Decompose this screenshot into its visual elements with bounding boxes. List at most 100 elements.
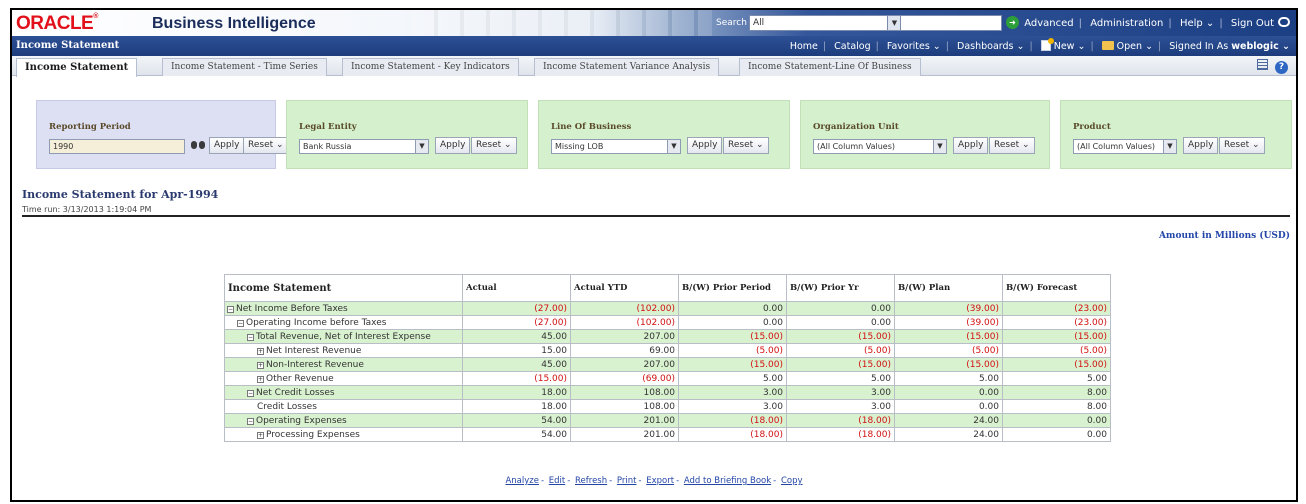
analyze-link[interactable]: Analyze — [505, 476, 539, 486]
table-cell: 24.00 — [894, 413, 1003, 428]
product-value: (All Column Values) — [1077, 142, 1156, 151]
table-cell: 0.00 — [678, 315, 787, 330]
chevron-down-icon[interactable]: ▼ — [1163, 140, 1176, 153]
collapse-icon[interactable]: − — [247, 333, 254, 341]
chevron-down-icon[interactable]: ▼ — [887, 16, 901, 30]
apply-button[interactable]: Apply — [435, 137, 471, 154]
help-menu[interactable]: Help ⌄ — [1180, 18, 1214, 29]
table-cell: (5.00) — [1002, 343, 1111, 358]
print-link[interactable]: Print — [617, 476, 637, 486]
row-label-cell: + Processing Expenses — [224, 427, 463, 442]
add-to-briefing-book-link[interactable]: Add to Briefing Book — [684, 476, 771, 486]
table-cell: 15.00 — [462, 343, 571, 358]
product-select[interactable]: (All Column Values) ▼ — [1073, 139, 1177, 154]
row-label[interactable]: Net Credit Losses — [256, 388, 335, 398]
collapse-icon[interactable]: − — [247, 417, 254, 425]
reset-button[interactable]: Reset ⌄ — [471, 137, 517, 154]
row-label[interactable]: Credit Losses — [257, 402, 317, 412]
row-label[interactable]: Operating Expenses — [256, 416, 347, 426]
legal-entity-select[interactable]: Bank Russia ▼ — [299, 139, 429, 154]
row-label[interactable]: Total Revenue, Net of Interest Expense — [256, 332, 431, 342]
table-cell: (15.00) — [678, 329, 787, 344]
apply-button[interactable]: Apply — [1183, 137, 1219, 154]
catalog-link[interactable]: Catalog — [834, 41, 870, 52]
expand-icon[interactable]: + — [257, 361, 264, 369]
user-name: weblogic — [1231, 41, 1279, 52]
apply-button[interactable]: Apply — [953, 137, 989, 154]
column-header[interactable]: Actual — [462, 274, 571, 302]
line-of-business-select[interactable]: Missing LOB ▼ — [551, 139, 681, 154]
reporting-period-input[interactable]: 1990 — [49, 139, 185, 154]
user-menu[interactable]: weblogic ⌄ — [1231, 41, 1290, 52]
edit-link[interactable]: Edit — [549, 476, 565, 486]
table-cell: (27.00) — [462, 315, 571, 330]
advanced-link[interactable]: Advanced — [1024, 18, 1073, 29]
apply-button[interactable]: Apply — [687, 137, 723, 154]
tab-income-statement[interactable]: Income Statement — [16, 58, 138, 77]
open-menu[interactable]: Open ⌄ — [1101, 41, 1153, 52]
administration-link[interactable]: Administration — [1090, 18, 1163, 29]
copy-link[interactable]: Copy — [781, 476, 803, 486]
search-input[interactable] — [900, 15, 1002, 31]
export-link[interactable]: Export — [646, 476, 674, 486]
prompt-label: Line Of Business — [551, 122, 632, 132]
row-label[interactable]: Operating Income before Taxes — [246, 318, 386, 328]
column-header[interactable]: B/(W) Forecast — [1002, 274, 1111, 302]
home-link[interactable]: Home — [790, 41, 818, 52]
expand-icon[interactable]: + — [257, 375, 264, 383]
column-header[interactable]: B/(W) Prior Yr — [786, 274, 895, 302]
new-menu[interactable]: New ⌄ — [1040, 38, 1085, 52]
tab-line-of-business[interactable]: Income Statement-Line Of Business — [739, 58, 921, 76]
apply-button[interactable]: Apply — [209, 137, 245, 154]
table-cell: (15.00) — [894, 329, 1003, 344]
favorites-menu[interactable]: Favorites ⌄ — [887, 41, 941, 52]
row-label[interactable]: Net Income Before Taxes — [236, 304, 348, 314]
row-label[interactable]: Processing Expenses — [266, 430, 360, 440]
dashboards-menu[interactable]: Dashboards ⌄ — [957, 41, 1024, 52]
table-cell: (15.00) — [786, 357, 895, 372]
table-row: + Other Revenue (15.00) (69.00) 5.00 5.00 5.00… — [224, 371, 1111, 386]
tab-time-series[interactable]: Income Statement - Time Series — [162, 58, 327, 76]
reset-button[interactable]: Reset ⌄ — [243, 137, 289, 154]
signed-in-label: Signed In As — [1169, 41, 1229, 52]
help-icon[interactable]: ? — [1275, 61, 1288, 74]
search-go-icon[interactable]: ➜ — [1006, 16, 1019, 29]
reset-button[interactable]: Reset ⌄ — [1219, 137, 1265, 154]
table-cell: 3.00 — [786, 399, 895, 414]
row-label[interactable]: Non-Interest Revenue — [266, 360, 364, 370]
row-label[interactable]: Net Interest Revenue — [266, 346, 361, 356]
column-header[interactable]: B/(W) Prior Period — [678, 274, 787, 302]
tab-key-indicators[interactable]: Income Statement - Key Indicators — [342, 58, 519, 76]
legal-entity-value: Bank Russia — [303, 142, 352, 151]
row-label-cell: − Total Revenue, Net of Interest Expense — [224, 329, 463, 344]
tab-variance-analysis[interactable]: Income Statement Variance Analysis — [534, 58, 720, 76]
page-options-icon[interactable] — [1257, 59, 1269, 70]
column-header[interactable]: B/(W) Plan — [894, 274, 1003, 302]
table-cell: (15.00) — [1002, 357, 1111, 372]
collapse-icon[interactable]: − — [227, 305, 234, 313]
sign-out-icon[interactable] — [1278, 17, 1290, 27]
income-statement-table: Income Statement Actual Actual YTD B/(W)… — [224, 274, 1111, 442]
table-cell: 3.00 — [678, 399, 787, 414]
row-label[interactable]: Other Revenue — [266, 374, 334, 384]
chevron-down-icon[interactable]: ▼ — [667, 140, 680, 153]
reset-button[interactable]: Reset ⌄ — [723, 137, 769, 154]
table-cell: 0.00 — [678, 301, 787, 316]
collapse-icon[interactable]: − — [247, 389, 254, 397]
table-cell: (39.00) — [894, 315, 1003, 330]
column-header[interactable]: Actual YTD — [570, 274, 679, 302]
reset-button[interactable]: Reset ⌄ — [989, 137, 1035, 154]
search-scope-select[interactable]: All ▼ — [749, 15, 902, 31]
organization-unit-select[interactable]: (All Column Values) ▼ — [813, 139, 947, 154]
collapse-icon[interactable]: − — [237, 319, 244, 327]
row-label-cell: − Net Income Before Taxes — [224, 301, 463, 316]
binoculars-icon[interactable] — [191, 139, 205, 150]
prompt-label: Legal Entity — [299, 122, 357, 132]
expand-icon[interactable]: + — [257, 431, 264, 439]
refresh-link[interactable]: Refresh — [575, 476, 607, 486]
column-header[interactable]: Income Statement — [224, 274, 463, 302]
sign-out-link[interactable]: Sign Out — [1231, 18, 1274, 29]
chevron-down-icon[interactable]: ▼ — [415, 140, 428, 153]
expand-icon[interactable]: + — [257, 347, 264, 355]
chevron-down-icon[interactable]: ▼ — [933, 140, 946, 153]
